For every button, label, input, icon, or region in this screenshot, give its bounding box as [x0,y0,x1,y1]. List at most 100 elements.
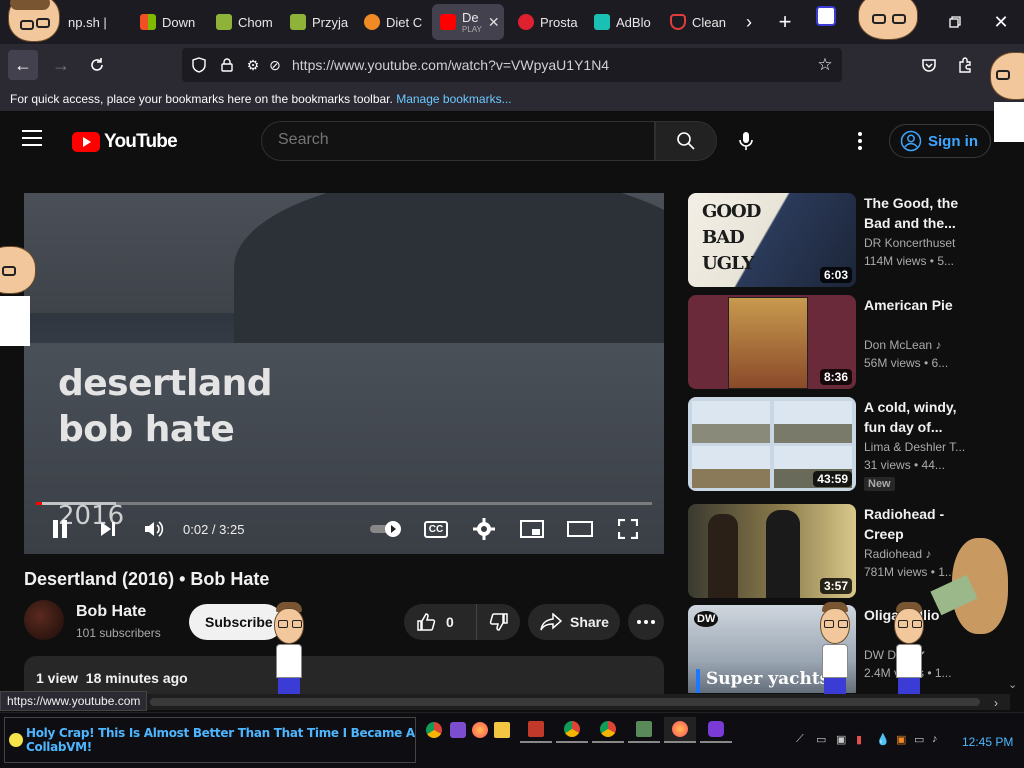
tracking-shield-icon[interactable] [190,56,208,74]
scroll-right-icon[interactable]: › [994,696,998,710]
like-dislike-group: 0 [404,604,520,640]
visual-studio-taskbar-icon[interactable] [448,717,468,743]
recommended-video[interactable]: 43:59 A cold, windy, fun day of... Lima … [688,397,978,491]
tab-playing-label: PLAY [462,25,482,34]
tab-scroll-right-icon[interactable]: › [734,7,764,37]
search-input[interactable] [278,131,638,149]
pause-button[interactable] [46,515,74,543]
sprite-glasses [2,266,16,276]
shield-icon [670,14,686,30]
chrome-taskbar-icon[interactable] [592,717,624,743]
browser-tab[interactable]: Diet C [356,4,430,40]
video-thumbnail[interactable]: 3:57 [688,504,856,598]
app-taskbar-icon[interactable] [628,717,660,743]
chrome-taskbar-icon[interactable] [556,717,588,743]
search-button[interactable] [655,121,717,161]
browser-tab[interactable]: AdBlo [586,4,662,40]
browser-tab[interactable]: Chom [208,4,282,40]
sprite-face [858,0,918,40]
video-thumbnail[interactable]: 43:59 [688,397,856,491]
recommended-title: American Pie [864,297,953,313]
folder-icon [494,722,510,738]
description-box[interactable]: 1 view 18 minutes ago [24,656,664,696]
captions-button[interactable]: CC [422,515,450,543]
close-window-icon[interactable]: ✕ [986,7,1016,37]
next-button[interactable] [94,515,122,543]
horizontal-scrollbar[interactable] [0,694,1010,710]
youtube-logo[interactable]: YouTube [72,131,178,153]
file-explorer-taskbar-icon[interactable] [492,717,512,743]
settings-menu-icon[interactable] [850,129,870,153]
channel-avatar[interactable] [24,600,64,640]
browser-tab[interactable]: Clean [662,4,736,40]
firefox-icon [472,722,488,738]
extensions-icon[interactable] [950,50,980,80]
lock-icon[interactable] [218,56,236,74]
subscriber-count: 101 subscribers [76,626,161,640]
tray-app-icon[interactable]: ▣ [896,733,910,747]
tab-label: Down [162,14,196,30]
like-button[interactable]: 0 [404,604,474,640]
chrome-taskbar-icon[interactable] [424,717,444,743]
browser-tab[interactable]: np.sh | [60,4,130,40]
voice-search-button[interactable] [728,121,764,161]
progress-bar[interactable] [36,502,652,505]
dislike-button[interactable] [476,604,520,640]
scroll-down-icon[interactable]: ⌄ [1008,678,1022,692]
tray-network-icon[interactable]: ▭ [816,733,830,747]
recommended-video[interactable]: GOOD BAD UGLY 6:03 The Good, the Bad and… [688,193,978,287]
address-bar[interactable]: ⚙ ⊘ https://www.youtube.com/watch?v=VWpy… [182,48,842,82]
sign-in-label: Sign in [928,132,978,150]
new-tab-icon[interactable]: + [770,7,800,37]
tray-drop-icon[interactable]: 💧 [876,733,890,747]
windows-icon [140,14,156,30]
captions-icon: CC [423,520,449,538]
permissions-icon[interactable]: ⚙ [244,56,262,74]
sign-in-button[interactable]: Sign in [889,124,991,158]
tray-app-icon[interactable]: ▣ [836,733,850,747]
firefox-taskbar-icon[interactable] [664,717,696,743]
search-box[interactable] [261,121,655,161]
more-actions-icon[interactable] [628,604,664,640]
app-taskbar-icon[interactable] [520,717,552,743]
autoplay-toggle[interactable] [368,515,404,543]
taskbar-clock[interactable]: 12:45 PM [962,735,1013,749]
share-button[interactable]: Share [528,604,620,640]
tray-volume-icon[interactable]: ♪ [932,733,946,747]
browser-tab[interactable]: Przyja [282,4,356,40]
video-player[interactable]: desertland bob hate 2016 0:02 / 3:25 CC [24,193,664,554]
url-text: https://www.youtube.com/watch?v=VWpyaU1Y… [292,57,610,73]
sprite-glasses [872,14,886,24]
bookmark-star-icon[interactable]: ☆ [816,55,834,74]
miniplayer-button[interactable] [518,515,546,543]
hank-sprite [0,0,64,56]
recommended-video[interactable]: 8:36 American Pie Don McLean ♪ 56M views… [688,295,978,389]
firefox-taskbar-icon[interactable] [470,717,490,743]
restore-window-icon[interactable] [940,7,970,37]
scrollbar-thumb[interactable] [150,698,980,706]
browser-tab[interactable]: Prosta [510,4,588,40]
browser-tab[interactable]: Down [132,4,204,40]
taskbar-banner[interactable]: Holy Crap! This Is Almost Better Than Th… [4,717,416,763]
settings-button[interactable] [470,515,498,543]
fullscreen-button[interactable] [614,515,642,543]
theater-mode-button[interactable] [566,515,594,543]
close-tab-icon[interactable]: ✕ [488,14,500,31]
tray-app-icon[interactable]: ▮ [856,733,870,747]
new-badge: New [864,477,895,491]
pause-icon [53,520,67,538]
video-thumbnail[interactable]: GOOD BAD UGLY 6:03 [688,193,856,287]
video-thumbnail[interactable]: 8:36 [688,295,856,389]
thumbs-up-icon [417,613,436,631]
autoplay-blocked-icon[interactable]: ⊘ [266,56,284,74]
tray-display-icon[interactable]: ▭ [914,733,928,747]
reload-icon[interactable] [82,50,112,80]
tray-pen-icon[interactable]: ⟋ [796,733,810,747]
browser-tab-active[interactable]: De PLAY ✕ [432,4,504,40]
sprite-hair [10,0,50,10]
volume-button[interactable] [140,515,168,543]
app-taskbar-icon[interactable] [700,717,732,743]
manage-bookmarks-link[interactable]: Manage bookmarks... [396,92,511,106]
channel-name[interactable]: Bob Hate [76,603,146,621]
hamburger-menu-icon[interactable] [22,130,46,152]
